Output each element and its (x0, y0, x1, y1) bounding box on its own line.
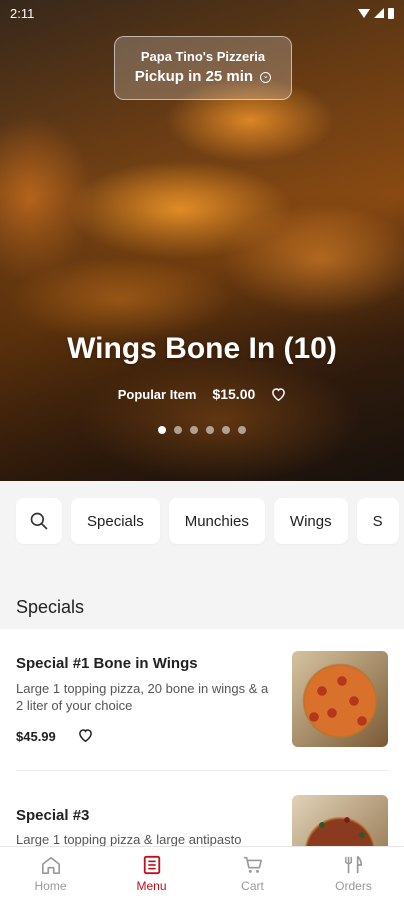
carousel-dot[interactable] (206, 426, 214, 434)
status-bar: 2:11 (0, 0, 404, 26)
chevron-down-icon: ⌄ (260, 71, 272, 83)
category-row: Specials Munchies Wings S (16, 498, 399, 544)
store-pickup-selector[interactable]: Papa Tino's Pizzeria Pickup in 25 min ⌄ (114, 36, 292, 100)
nav-menu[interactable]: Menu (101, 847, 202, 900)
home-icon (41, 856, 60, 874)
category-chip-munchies[interactable]: Munchies (168, 498, 265, 544)
menu-item-name: Special #1 Bone in Wings (16, 655, 198, 672)
heart-icon[interactable] (78, 728, 93, 747)
nav-orders-label: Orders (335, 878, 372, 893)
hero-item-price: $15.00 (212, 386, 256, 402)
cart-icon (243, 856, 262, 873)
orders-icon (344, 855, 362, 873)
nav-cart-label: Cart (241, 878, 264, 893)
hero-item-meta: Popular Item $15.00 (0, 386, 404, 402)
search-icon (30, 512, 48, 530)
category-chip-more[interactable]: S (356, 498, 399, 544)
pickup-time-label: Pickup in 25 min (134, 68, 254, 85)
nav-orders[interactable]: Orders (303, 847, 404, 900)
category-chip-wings[interactable]: Wings (273, 498, 348, 544)
menu-item-description: Large 1 topping pizza, 20 bone in wings … (16, 681, 269, 713)
carousel-dot[interactable] (158, 426, 166, 434)
section-title: Specials (16, 597, 85, 617)
carousel-dot[interactable] (174, 426, 182, 434)
hero-banner[interactable]: 2:11 Papa Tino's Pizzeria Pickup in 25 m… (0, 0, 404, 481)
nav-cart[interactable]: Cart (202, 847, 303, 900)
status-icons (358, 7, 394, 19)
menu-item-list: Special #1 Bone in Wings Large 1 topping… (0, 629, 404, 846)
pickup-time: Pickup in 25 min ⌄ (115, 68, 291, 85)
battery-icon (388, 7, 394, 19)
nav-home[interactable]: Home (0, 847, 101, 900)
nav-menu-label: Menu (136, 878, 167, 893)
carousel-dot[interactable] (190, 426, 198, 434)
bottom-navigation: Home Menu Cart Orders (0, 846, 404, 900)
menu-item-description: Large 1 topping pizza & large antipasto (16, 832, 242, 846)
store-name: Papa Tino's Pizzeria (140, 49, 266, 64)
heart-icon[interactable] (271, 387, 286, 401)
section-header-bg (0, 563, 404, 629)
menu-item[interactable]: Special #1 Bone in Wings Large 1 topping… (16, 629, 388, 771)
carousel-indicator (0, 426, 404, 434)
hero-item-title: Wings Bone In (10) (67, 332, 337, 365)
menu-item-image (292, 795, 388, 846)
category-chip-specials[interactable]: Specials (71, 498, 160, 544)
wifi-icon (358, 8, 370, 18)
menu-item-price: $45.99 (16, 729, 56, 744)
menu-icon (143, 855, 160, 874)
carousel-dot[interactable] (238, 426, 246, 434)
signal-icon (374, 8, 384, 18)
status-time: 2:11 (10, 5, 35, 21)
search-button[interactable] (16, 498, 62, 544)
popular-badge: Popular Item (117, 386, 197, 402)
menu-item-image (292, 651, 388, 747)
carousel-dot[interactable] (222, 426, 230, 434)
category-bar: Specials Munchies Wings S (0, 481, 404, 563)
menu-item[interactable]: Special #3 Large 1 topping pizza & large… (16, 771, 388, 846)
nav-home-label: Home (34, 878, 67, 893)
menu-item-name: Special #3 (16, 807, 90, 824)
